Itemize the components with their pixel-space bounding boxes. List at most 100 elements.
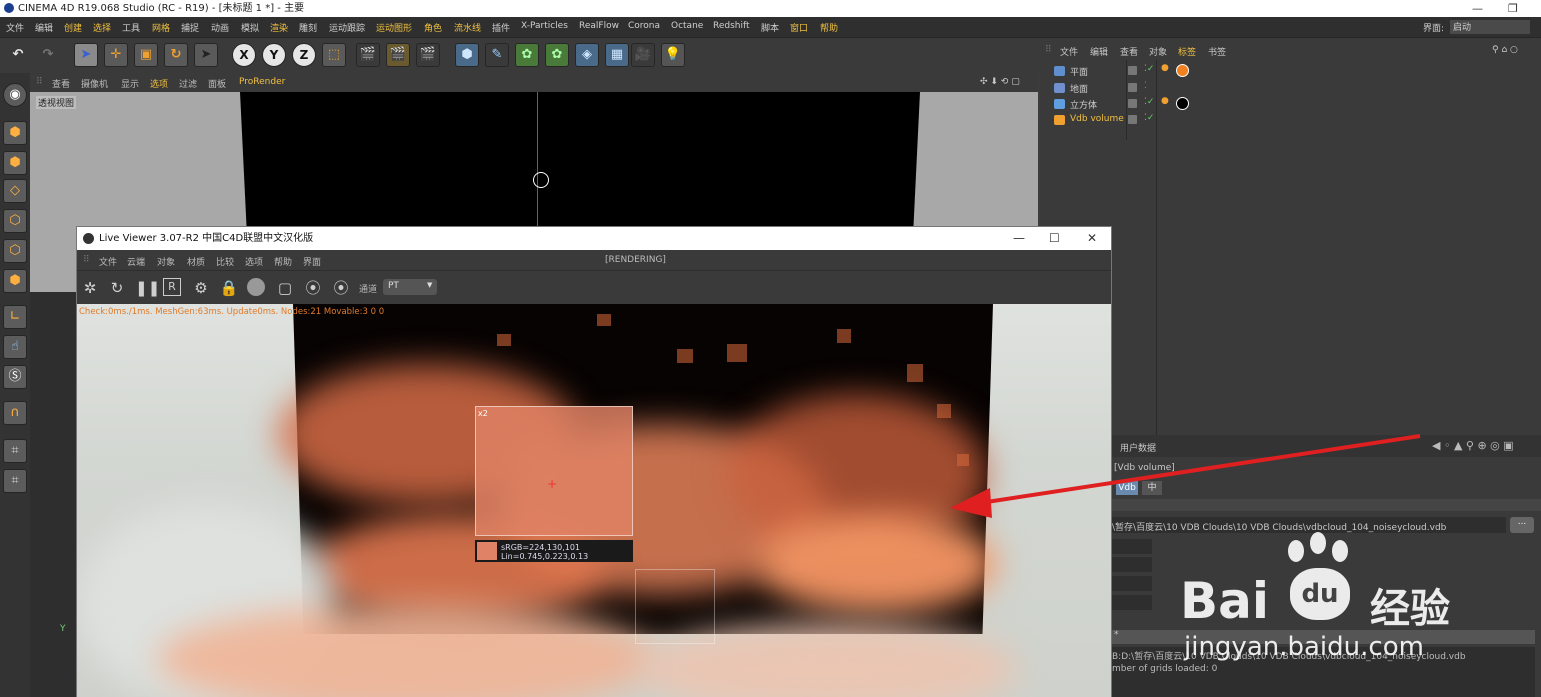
numeric-field[interactable] <box>1110 539 1152 554</box>
menu-item-script[interactable]: 脚本 <box>761 21 779 34</box>
coordinate-system-icon[interactable]: ⬚ <box>322 43 346 67</box>
scale-tool-icon[interactable]: ▣ <box>134 43 158 67</box>
viewport-menu-prorender[interactable]: ProRender <box>239 77 285 87</box>
menu-item-select[interactable]: 选择 <box>93 21 111 34</box>
lv-menu-help[interactable]: 帮助 <box>274 255 292 268</box>
visibility-icon[interactable] <box>1128 115 1137 124</box>
minimize-icon[interactable]: — <box>1013 227 1025 250</box>
visibility-icon[interactable] <box>1128 66 1137 75</box>
lv-menu-cloud[interactable]: 云端 <box>127 255 145 268</box>
attr-nav-icons[interactable]: ◀ ◦ ▲ ⚲ ⊕ ◎ ▣ <box>1432 439 1514 452</box>
tag-icon[interactable]: ● <box>1161 96 1169 106</box>
object-row-plane[interactable]: 平面 ⁚✓ ● <box>1040 63 1541 79</box>
enabled-check-icon[interactable]: ⁚✓ <box>1144 113 1154 123</box>
numeric-field[interactable] <box>1110 576 1152 591</box>
menu-item-edit[interactable]: 编辑 <box>35 21 53 34</box>
menu-item-sculpt[interactable]: 雕刻 <box>299 21 317 34</box>
menu-item-file[interactable]: 文件 <box>6 21 24 34</box>
viewport-menu-cameras[interactable]: 摄像机 <box>81 77 108 90</box>
material-tag-icon[interactable] <box>1176 97 1189 110</box>
edges-mode-icon[interactable]: ⬡ <box>3 239 27 263</box>
tab-secondary[interactable]: 中 <box>1142 481 1162 495</box>
menu-item-redshift[interactable]: Redshift <box>713 21 750 31</box>
viewport-menu-filter[interactable]: 过滤 <box>179 77 197 90</box>
polygons-mode-icon[interactable]: ⬢ <box>3 269 27 293</box>
cube-primitive-icon[interactable]: ⬢ <box>455 43 479 67</box>
browse-button[interactable]: ... <box>1510 517 1534 533</box>
om-search-icons[interactable]: ⚲ ⌂ ○ <box>1492 45 1518 55</box>
visibility-icon[interactable] <box>1128 99 1137 108</box>
region-render-icon[interactable]: R <box>163 278 181 296</box>
rotate-tool-icon[interactable]: ↻ <box>164 43 188 67</box>
camera-target-icon[interactable] <box>533 172 549 188</box>
menu-item-pipeline[interactable]: 流水线 <box>454 21 481 34</box>
enabled-check-icon[interactable]: ⁚✓ <box>1144 97 1154 107</box>
numeric-field[interactable] <box>1110 557 1152 572</box>
enabled-dots-icon[interactable]: ⁚ <box>1144 81 1147 91</box>
lv-menu-objects[interactable]: 对象 <box>157 255 175 268</box>
channel-dropdown[interactable]: PT ▼ <box>383 279 437 295</box>
snap-icon[interactable]: Ⓢ <box>3 365 27 389</box>
restore-icon[interactable]: ❐ <box>1508 0 1518 17</box>
undo-icon[interactable]: ↶ <box>6 43 30 67</box>
viewport-menu-options[interactable]: 选项 <box>150 77 168 90</box>
menu-item-render[interactable]: 渲染 <box>270 21 288 34</box>
z-axis-lock-icon[interactable]: Z <box>292 43 316 67</box>
floor-icon[interactable]: ▦ <box>605 43 629 67</box>
minimize-icon[interactable]: — <box>1472 0 1483 17</box>
menu-item-character[interactable]: 角色 <box>424 21 442 34</box>
material-tag-icon[interactable] <box>1176 64 1189 77</box>
menu-item-create[interactable]: 创建 <box>64 21 82 34</box>
render-view-icon[interactable]: 🎬 <box>356 43 380 67</box>
select-tool-icon[interactable]: ➤ <box>74 43 98 67</box>
lock-icon[interactable]: 🔒 <box>219 278 239 298</box>
lv-menu-interface[interactable]: 界面 <box>303 255 321 268</box>
pen-spline-icon[interactable]: ✎ <box>485 43 509 67</box>
numeric-field[interactable] <box>1110 595 1152 610</box>
restart-icon[interactable]: ↻ <box>107 278 127 298</box>
redo-icon[interactable]: ↷ <box>36 43 60 67</box>
points-mode-icon[interactable]: ⬡ <box>3 209 27 233</box>
magnet-icon[interactable]: ∩ <box>3 401 27 425</box>
lv-menu-options[interactable]: 选项 <box>245 255 263 268</box>
make-editable-icon[interactable]: ◉ <box>3 83 27 107</box>
om-menu-edit[interactable]: 编辑 <box>1090 45 1108 58</box>
menu-item-realflow[interactable]: RealFlow <box>579 21 619 31</box>
pick-focus-icon[interactable]: ⦿ <box>303 278 323 298</box>
viewport-menu-panel[interactable]: 面板 <box>208 77 226 90</box>
menu-item-corona[interactable]: Corona <box>628 21 660 31</box>
settings-gear-icon[interactable]: ⚙ <box>191 278 211 298</box>
om-menu-view[interactable]: 查看 <box>1120 45 1138 58</box>
material-preview-icon[interactable] <box>247 278 265 296</box>
menu-item-xparticles[interactable]: X-Particles <box>521 21 568 31</box>
tag-icon[interactable]: ● <box>1161 63 1169 73</box>
x-axis-lock-icon[interactable]: X <box>232 43 256 67</box>
recent-tool-icon[interactable]: ➤ <box>194 43 218 67</box>
viewport-menu-display[interactable]: 显示 <box>121 77 139 90</box>
viewport-menu-view[interactable]: 查看 <box>52 77 70 90</box>
deformer-icon[interactable]: ◈ <box>575 43 599 67</box>
close-icon[interactable]: ✕ <box>1087 227 1097 250</box>
lv-menu-compare[interactable]: 比较 <box>216 255 234 268</box>
object-row-cube[interactable]: 立方体 ⁚✓ ● <box>1040 96 1541 112</box>
send-scene-icon[interactable]: ✲ <box>80 278 100 298</box>
viewport-nav-icons[interactable]: ✣ ⬇ ⟲ ▢ <box>980 77 1020 87</box>
render-settings-icon[interactable]: 🎬 <box>416 43 440 67</box>
menu-item-window[interactable]: 窗口 <box>790 21 808 34</box>
tab-vdb[interactable]: Vdb <box>1116 481 1138 495</box>
menu-item-tools[interactable]: 工具 <box>122 21 140 34</box>
menu-item-simulate[interactable]: 模拟 <box>241 21 259 34</box>
menu-item-mesh[interactable]: 网格 <box>152 21 170 34</box>
enabled-check-icon[interactable]: ⁚✓ <box>1144 64 1154 74</box>
camera-icon[interactable]: 🎥 <box>631 43 655 67</box>
object-row-vdb-volume[interactable]: Vdb volume ⁚✓ <box>1040 112 1541 128</box>
om-menu-bookmarks[interactable]: 书签 <box>1208 45 1226 58</box>
texture-mode-icon[interactable]: ⬢ <box>3 151 27 175</box>
pick-material-icon[interactable]: ⦿ <box>331 278 351 298</box>
menu-item-animate[interactable]: 动画 <box>211 21 229 34</box>
planar-workplane-icon[interactable]: ⌗ <box>3 469 27 493</box>
menu-item-plugins[interactable]: 插件 <box>492 21 510 34</box>
maximize-icon[interactable]: ☐ <box>1049 227 1060 250</box>
tweak-mode-icon[interactable]: ☝ <box>3 335 27 359</box>
selection-region[interactable] <box>635 569 715 644</box>
